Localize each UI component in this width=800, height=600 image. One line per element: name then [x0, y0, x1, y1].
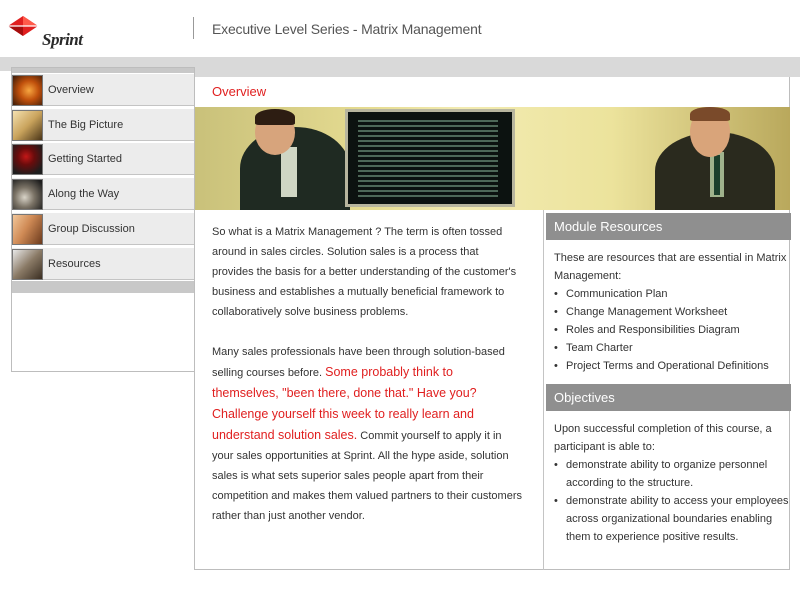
hero-person-right-tie [714, 155, 720, 195]
sidebar-item-along-the-way[interactable]: Along the Way [12, 177, 194, 210]
stone-path-thumbnail-icon [12, 179, 43, 210]
objectives-body: Upon successful completion of this cours… [554, 420, 789, 546]
sidebar-item-label: Getting Started [48, 153, 122, 165]
hero-monitor [345, 109, 515, 207]
hero-image [195, 107, 790, 210]
objectives-intro: Upon successful completion of this cours… [554, 423, 772, 453]
body-text: So what is a Matrix Management ? The ter… [212, 222, 522, 546]
sprint-logo[interactable]: Sprint [6, 14, 90, 49]
handshake-thumbnail-icon [12, 214, 43, 245]
paragraph-2: Many sales professionals have been throu… [212, 342, 522, 526]
red-rose-thumbnail-icon [12, 144, 43, 175]
main-content: Overview So what is a Matrix Management … [194, 77, 791, 570]
sidebar-bottom-bar [12, 281, 194, 293]
resource-link-change-management-worksheet[interactable]: Change Management Worksheet [554, 303, 789, 321]
hand-writing-thumbnail-icon [12, 110, 43, 141]
page-header-title: Executive Level Series - Matrix Manageme… [212, 21, 482, 37]
sidebar-item-overview[interactable]: Overview [12, 73, 194, 106]
module-resources-intro: These are resources that are essential i… [554, 252, 787, 282]
logo-text: Sprint [42, 30, 83, 49]
sidebar-item-label: Resources [48, 258, 101, 270]
module-resources-body: These are resources that are essential i… [554, 249, 789, 375]
hero-person-right-hair [690, 107, 730, 121]
module-resources-list: Communication Plan Change Management Wor… [554, 285, 789, 375]
section-title: Overview [212, 84, 267, 99]
sidebar-item-label: Overview [48, 84, 94, 96]
resource-link-communication-plan[interactable]: Communication Plan [554, 285, 789, 303]
sprint-diamond-icon [8, 16, 38, 36]
globe-thumbnail-icon [12, 75, 43, 106]
sidebar-item-label: Group Discussion [48, 223, 135, 235]
resource-link-project-terms[interactable]: Project Terms and Operational Definition… [554, 357, 789, 375]
paragraph-1: So what is a Matrix Management ? The ter… [212, 226, 517, 318]
resource-link-roles-responsibilities-diagram[interactable]: Roles and Responsibilities Diagram [554, 321, 789, 339]
paragraph-2-end: Commit yourself to apply it in your sale… [212, 430, 522, 522]
sidebar-item-big-picture[interactable]: The Big Picture [12, 108, 194, 141]
pen-thumbnail-icon [12, 249, 43, 280]
sidebar-item-label: Along the Way [48, 188, 120, 200]
objective-item: demonstrate ability to organize personne… [554, 456, 789, 492]
sidebar-item-label: The Big Picture [48, 119, 124, 131]
header: Sprint Executive Level Series - Matrix M… [0, 0, 800, 57]
header-divider [193, 17, 194, 39]
objectives-list: demonstrate ability to organize personne… [554, 456, 789, 546]
hero-person-left-hair [255, 109, 295, 125]
sidebar-item-getting-started[interactable]: Getting Started [12, 142, 194, 175]
objectives-heading: Objectives [546, 384, 791, 411]
module-resources-heading: Module Resources [546, 213, 791, 240]
sidebar-item-resources[interactable]: Resources [12, 247, 194, 280]
right-column: Module Resources These are resources tha… [543, 210, 791, 570]
hero-monitor-screen [358, 120, 498, 200]
hero-person-left-shirt [281, 147, 297, 197]
objective-item: demonstrate ability to access your emplo… [554, 492, 789, 546]
sidebar: Overview The Big Picture Getting Started… [11, 67, 195, 372]
sidebar-item-group-discussion[interactable]: Group Discussion [12, 212, 194, 245]
resource-link-team-charter[interactable]: Team Charter [554, 339, 789, 357]
